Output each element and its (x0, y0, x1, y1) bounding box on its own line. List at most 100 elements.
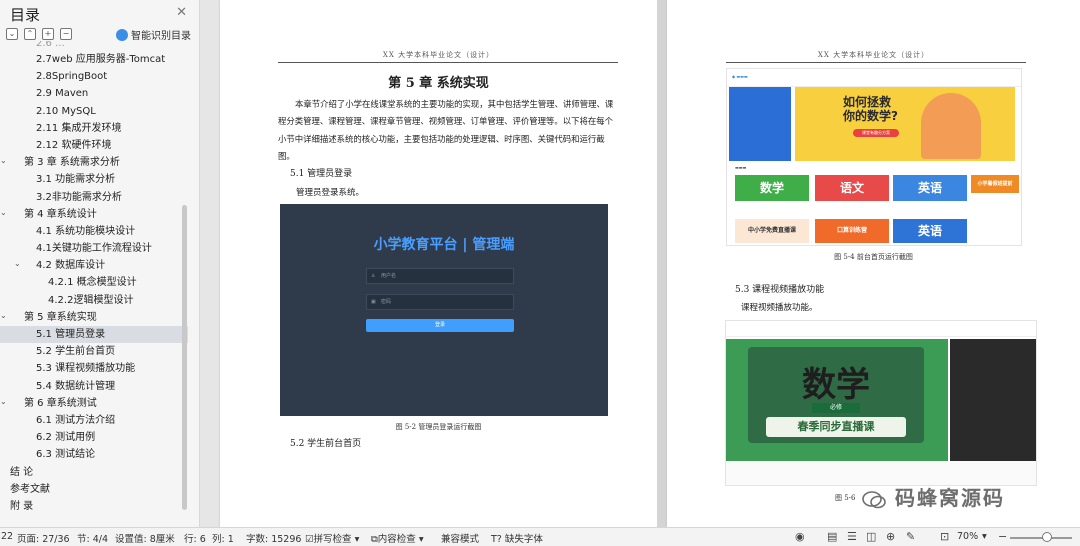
close-icon[interactable]: ✕ (176, 5, 187, 20)
fit-page-icon[interactable]: ⊡ (940, 530, 949, 543)
page-header: XX 大学本科毕业论文（设计） (382, 51, 495, 59)
zoom-out-icon[interactable]: − (998, 530, 1007, 543)
lock-icon: ▣ (371, 299, 376, 305)
toc-item-label: 参考文献 (10, 483, 50, 495)
toc-item-label: 6.3 测试结论 (36, 449, 96, 461)
status-word-count[interactable]: 字数: 15296 (246, 531, 301, 545)
page-view-icon[interactable]: ▤ (827, 530, 837, 543)
page-gap (657, 0, 667, 527)
toc-item-label: 6.2 测试用例 (36, 432, 96, 444)
toc-item-label: 2.9 Maven (36, 88, 89, 100)
toc-item[interactable]: 2.9 Maven (0, 85, 188, 102)
pen-icon[interactable]: ✎ (906, 530, 915, 543)
toc-item[interactable]: 2.8SpringBoot (0, 68, 188, 85)
toc-item[interactable]: 4.1 系统功能模块设计 (0, 223, 188, 240)
toc-item-label: 第 6 章系统测试 (24, 397, 97, 409)
figure-caption-5-4: 图 5-4 前台首页运行截图 (834, 253, 913, 261)
toc-item[interactable]: 4.2.2逻辑模型设计 (0, 292, 188, 309)
toc-item[interactable]: 5.3 课程视频播放功能 (0, 360, 188, 377)
tile-english: 英语 (893, 175, 967, 201)
chevron-down-icon[interactable]: ⌄ (0, 307, 7, 324)
document-area: ▤⌄ XX 大学本科毕业论文（设计） 第 5 章 系统实现 本章节介绍了小学在线… (201, 0, 1080, 527)
zoom-slider[interactable] (1010, 537, 1072, 539)
toc-item[interactable]: 6.3 测试结论 (0, 446, 188, 463)
status-setting: 设置值: 8厘米 (115, 534, 175, 545)
toc-item[interactable]: 附 录 (0, 498, 188, 515)
video-subject: 数学 (802, 365, 870, 405)
toc-item[interactable]: ⌄ 第 5 章系统实现 (0, 309, 188, 326)
toc-item-label: 2.11 集成开发环境 (36, 122, 122, 134)
zoom-slider-handle[interactable] (1042, 532, 1052, 542)
toc-list: 2.6 ... 2.7web 应用服务器-Tomcat 2.8SpringBoot… (0, 41, 188, 515)
toc-item-partial[interactable]: 2.6 ... (0, 41, 188, 51)
tile-math: 数学 (735, 175, 809, 201)
web-view-icon[interactable]: ⊕ (886, 530, 895, 543)
spell-check-label: 拼写检查 (313, 534, 352, 545)
spell-check-button[interactable]: ☑拼写检查 ▾ (305, 531, 359, 545)
toc-scrollbar[interactable] (182, 205, 187, 510)
inspect-icon: ⧉ (371, 534, 378, 545)
toc-item[interactable]: 5.2 学生前台首页 (0, 343, 188, 360)
toc-item[interactable]: 5.4 数据统计管理 (0, 378, 188, 395)
toc-item-label: 附 录 (10, 500, 34, 512)
toc-item-label: 2.12 软硬件环境 (36, 139, 112, 151)
homepage-screenshot: ◆ ▬▬▬ 如何拯救 你的数学? 课堂有趣分方案 ▬▬▬ 数学 语文 英语 小学… (726, 68, 1022, 246)
course-section-label: ▬▬▬ (735, 165, 747, 170)
collapse-icon[interactable]: ⌄ (6, 28, 18, 40)
toc-item[interactable]: 结 论 (0, 464, 188, 481)
status-page[interactable]: 页面: 27/36 (17, 531, 70, 545)
toc-item[interactable]: ⌄ 第 6 章系统测试 (0, 395, 188, 412)
tile-free-live: 中小学免费直播课 (735, 219, 809, 243)
chevron-down-icon[interactable]: ⌄ (0, 204, 7, 221)
read-view-icon[interactable]: ◫ (866, 530, 876, 543)
toc-item-label: 2.7web 应用服务器-Tomcat (36, 54, 166, 65)
missing-font-button[interactable]: T? 缺失字体 (491, 531, 543, 545)
chevron-down-icon[interactable]: ⌄ (0, 393, 7, 410)
password-placeholder: 密码 (381, 299, 392, 305)
toc-item-label: 3.1 功能需求分析 (36, 174, 116, 186)
toc-item[interactable]: 2.10 MySQL (0, 103, 188, 120)
banner-illustration (921, 93, 981, 159)
section-5-3-body: 课程视频播放功能。 (741, 303, 818, 313)
toc-item[interactable]: 6.1 测试方法介绍 (0, 412, 188, 429)
toc-toolbar: ⌄ ⌃ + − (6, 28, 72, 40)
toc-item-label: 4.1 系统功能模块设计 (36, 225, 136, 237)
page-left: XX 大学本科毕业论文（设计） 第 5 章 系统实现 本章节介绍了小学在线课堂系… (220, 0, 657, 527)
toc-item[interactable]: 2.7web 应用服务器-Tomcat (0, 51, 188, 68)
toc-item[interactable]: 3.1 功能需求分析 (0, 171, 188, 188)
toc-item-label: 4.2.2逻辑模型设计 (48, 294, 134, 306)
toc-item[interactable]: ⌄ 4.2 数据库设计 (0, 257, 188, 274)
chevron-down-icon[interactable]: ⌄ (14, 255, 21, 272)
chat-panel (950, 339, 1036, 461)
toc-item[interactable]: 4.2.1 概念模型设计 (0, 274, 188, 291)
intro-paragraph: 本章节介绍了小学在线课堂系统的主要功能的实现，其中包括学生管理、讲师管理、课程分… (278, 99, 614, 161)
toc-item[interactable]: ⌄ 第 3 章 系统需求分析 (0, 154, 188, 171)
toc-item[interactable]: 2.11 集成开发环境 (0, 120, 188, 137)
wechat-icon (862, 490, 886, 508)
header-rule (726, 62, 1026, 63)
content-check-button[interactable]: ⧉内容检查 ▾ (371, 531, 424, 545)
remove-icon[interactable]: − (60, 28, 72, 40)
page-right: XX 大学本科毕业论文（设计） ◆ ▬▬▬ 如何拯救 你的数学? 课堂有趣分方案… (667, 0, 1080, 527)
smart-toc-button[interactable]: 智能识别目录 (116, 27, 191, 42)
zoom-dropdown-icon[interactable]: ▾ (982, 531, 987, 542)
toc-item[interactable]: 2.12 软硬件环境 (0, 137, 188, 154)
toc-item-label: 6.1 测试方法介绍 (36, 414, 116, 426)
expand-icon[interactable]: ⌃ (24, 28, 36, 40)
chevron-down-icon[interactable]: ⌄ (0, 152, 7, 169)
smart-toc-icon (116, 28, 128, 41)
toc-item[interactable]: 4.1关键功能工作流程设计 (0, 240, 188, 257)
eye-icon[interactable]: ◉ (795, 530, 805, 543)
toc-item[interactable]: 5.1 管理员登录 (0, 326, 188, 344)
zoom-level[interactable]: 70% (957, 531, 978, 542)
status-page-prefix: 22 (1, 531, 14, 542)
toc-item-label: 4.2.1 概念模型设计 (48, 277, 137, 289)
outline-view-icon[interactable]: ☰ (847, 530, 857, 543)
banner-button: 课堂有趣分方案 (853, 129, 899, 137)
toc-item[interactable]: ⌄ 第 4 章系统设计 (0, 206, 188, 223)
toc-item[interactable]: 3.2非功能需求分析 (0, 189, 188, 206)
compat-mode[interactable]: 兼容模式 (441, 531, 479, 545)
add-icon[interactable]: + (42, 28, 54, 40)
toc-item[interactable]: 参考文献 (0, 481, 188, 498)
toc-item[interactable]: 6.2 测试用例 (0, 429, 188, 446)
